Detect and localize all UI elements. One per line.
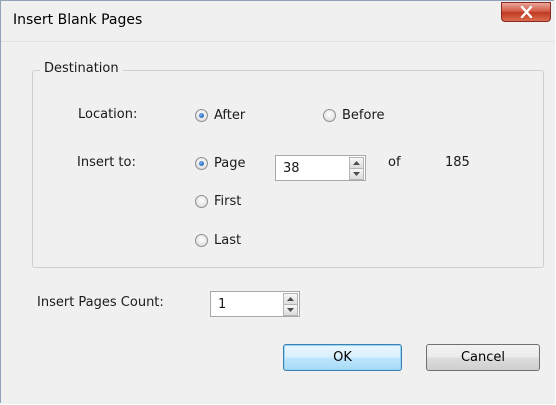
insert-to-last-label: Last xyxy=(214,233,242,248)
page-stepper-down[interactable] xyxy=(349,168,364,180)
destination-group-title: Destination xyxy=(40,61,123,76)
location-before-radio[interactable]: Before xyxy=(323,108,385,123)
count-stepper-down[interactable] xyxy=(283,304,298,316)
close-button[interactable] xyxy=(501,2,551,22)
insert-to-last-radio[interactable]: Last xyxy=(195,233,241,248)
radio-unchecked-icon xyxy=(323,109,336,122)
cancel-button[interactable]: Cancel xyxy=(426,344,540,371)
insert-to-label: Insert to: xyxy=(77,155,136,170)
radio-unchecked-icon xyxy=(195,234,208,247)
insert-pages-count-label: Insert Pages Count: xyxy=(37,295,164,310)
pages-count-stepper[interactable]: 1 xyxy=(210,291,300,317)
arrow-up-icon xyxy=(353,161,360,165)
insert-blank-pages-dialog: Insert Blank Pages Destination Location:… xyxy=(0,0,555,404)
pages-count-value: 1 xyxy=(218,297,227,312)
insert-to-first-label: First xyxy=(214,194,242,209)
arrow-up-icon xyxy=(287,297,294,301)
of-label: of xyxy=(388,155,401,170)
page-number-value: 38 xyxy=(283,161,300,176)
count-stepper-arrows xyxy=(283,293,298,316)
total-pages: 185 xyxy=(445,155,470,170)
page-number-stepper[interactable]: 38 xyxy=(275,155,366,181)
insert-to-page-label: Page xyxy=(214,156,246,171)
insert-to-first-radio[interactable]: First xyxy=(195,194,241,209)
location-label: Location: xyxy=(78,107,138,122)
location-after-label: After xyxy=(214,108,246,123)
ok-button[interactable]: OK xyxy=(283,344,402,371)
radio-checked-icon xyxy=(195,157,208,170)
window-title: Insert Blank Pages xyxy=(13,12,143,28)
location-before-label: Before xyxy=(342,108,385,123)
insert-to-page-radio[interactable]: Page xyxy=(195,156,245,171)
ok-button-label: OK xyxy=(333,350,352,365)
destination-group: Destination Location: After Before Inser… xyxy=(32,61,544,268)
arrow-down-icon xyxy=(353,172,360,176)
radio-unchecked-icon xyxy=(195,195,208,208)
location-after-radio[interactable]: After xyxy=(195,108,245,123)
page-stepper-arrows xyxy=(349,157,364,180)
cancel-button-label: Cancel xyxy=(460,350,506,365)
arrow-down-icon xyxy=(287,308,294,312)
radio-checked-icon xyxy=(195,109,208,122)
close-icon xyxy=(520,6,533,18)
dialog-body: Destination Location: After Before Inser… xyxy=(1,42,555,404)
title-bar: Insert Blank Pages xyxy=(1,1,555,42)
